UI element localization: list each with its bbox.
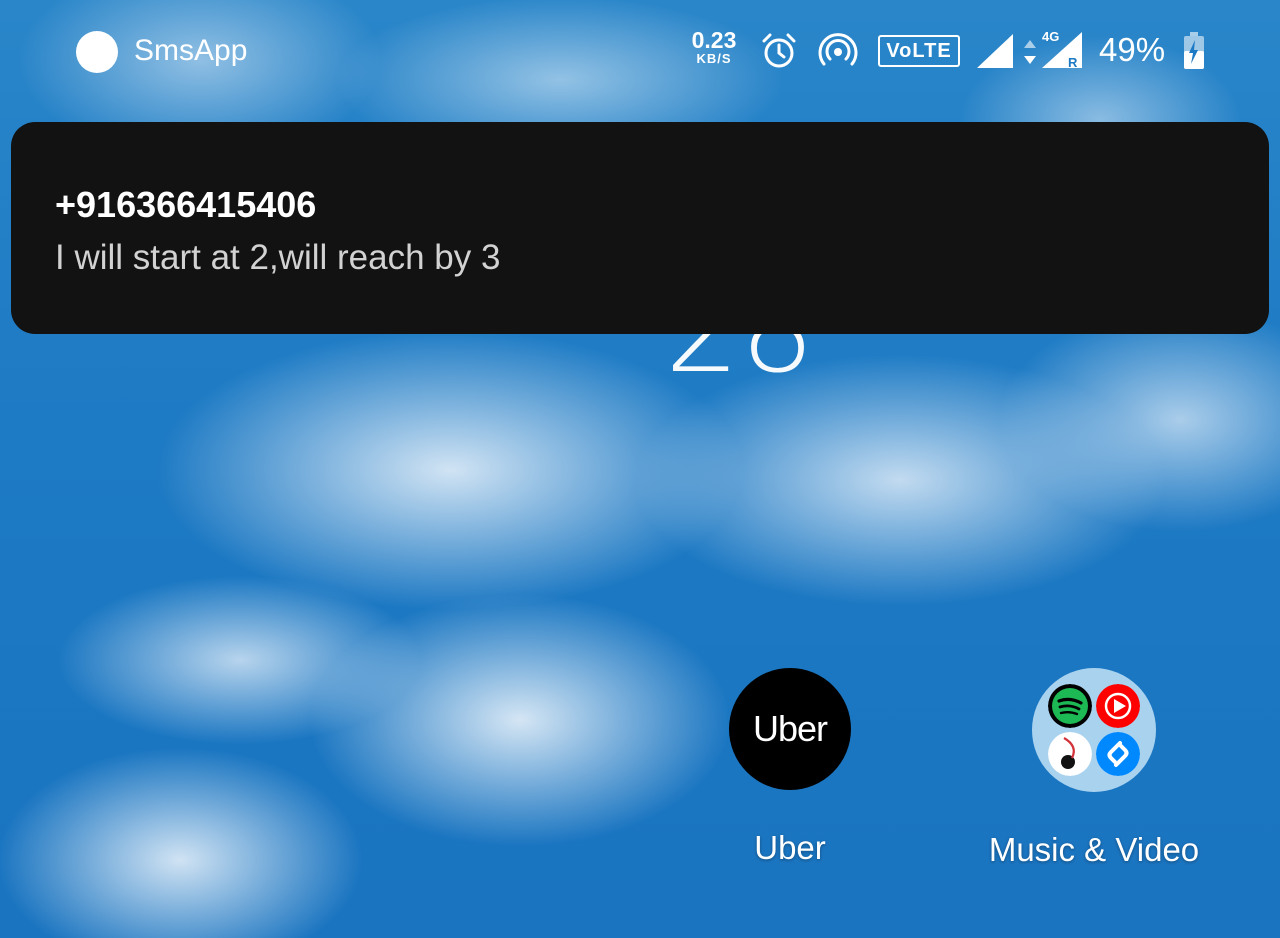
network-speed-value: 0.23 [691, 27, 737, 53]
battery-charging-icon [1184, 32, 1204, 69]
hotspot-icon [818, 33, 858, 66]
alarm-icon [762, 33, 796, 68]
network-type-label: 4G [1042, 29, 1060, 44]
sms-notification[interactable]: +916366415406 I will start at 2,will rea… [11, 122, 1269, 334]
status-app-name: SmsApp [134, 34, 248, 67]
volte-badge: VoLTE [878, 35, 960, 67]
uber-icon[interactable]: Uber [729, 668, 851, 790]
youtube-music-icon [1096, 684, 1140, 728]
status-bar[interactable]: SmsApp 0.23 KB/S VoLTE 4G R 49% [0, 0, 1280, 100]
uber-app[interactable]: Uber Uber [700, 668, 880, 868]
battery-percent: 49% [1099, 31, 1166, 68]
music-player-icon [1048, 732, 1092, 776]
music-video-folder[interactable]: Music & Video [970, 668, 1218, 870]
music-video-folder-label: Music & Video [988, 831, 1200, 868]
notification-message: I will start at 2,will reach by 3 [55, 238, 501, 277]
uber-app-label: Uber [754, 829, 826, 866]
notification-sender: +916366415406 [55, 184, 317, 225]
data-arrows-icon [1024, 40, 1036, 64]
roaming-label: R [1068, 55, 1078, 70]
folder-icon[interactable] [1032, 668, 1156, 792]
spotify-icon [1048, 684, 1092, 728]
signal-icon [977, 34, 1013, 68]
notification-dot-icon [76, 31, 118, 73]
network-speed: 0.23 KB/S [688, 28, 740, 66]
network-speed-unit: KB/S [696, 51, 732, 66]
shazam-icon [1096, 732, 1140, 776]
